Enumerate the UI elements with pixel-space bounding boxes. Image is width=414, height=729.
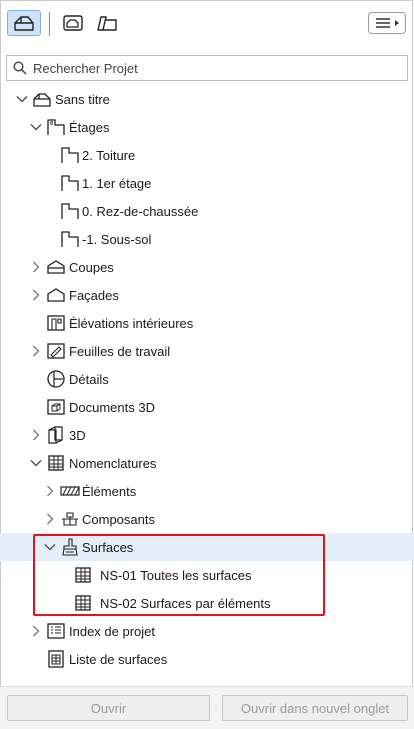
tree-item-story[interactable]: -1. Sous-sol — [0, 225, 414, 253]
open-new-tab-button[interactable]: Ouvrir dans nouvel onglet — [222, 695, 408, 721]
schedule-icon — [73, 593, 93, 613]
tree-item-label: Coupes — [69, 259, 114, 275]
caret-right-icon — [394, 20, 399, 26]
tree-item-etages[interactable]: Étages — [0, 113, 414, 141]
chevron-right-icon[interactable] — [30, 289, 42, 301]
schedule-icon — [46, 453, 66, 473]
project-map-tab[interactable] — [7, 10, 41, 36]
tree-item-label: 2. Toiture — [82, 147, 136, 163]
tree-item-label: 0. Rez-de-chaussée — [82, 203, 199, 219]
surfaces-brush-icon — [60, 537, 80, 557]
chevron-down-icon[interactable] — [44, 541, 56, 553]
tree-item-label: Index de projet — [69, 623, 156, 639]
open-button[interactable]: Ouvrir — [7, 695, 210, 721]
tree-item-3d[interactable]: 3D — [0, 421, 414, 449]
schedule-icon — [73, 565, 93, 585]
tree-item-label: Liste de surfaces — [69, 651, 168, 667]
tree-item-surfaces[interactable]: Surfaces — [0, 533, 414, 561]
tree-item-ns02[interactable]: NS-02 Surfaces par éléments — [0, 589, 414, 617]
tree-item-label: Documents 3D — [69, 399, 155, 415]
tree-item-nomenclatures[interactable]: Nomenclatures — [0, 449, 414, 477]
tree-item-story[interactable]: 1. 1er étage — [0, 169, 414, 197]
chevron-right-icon[interactable] — [30, 261, 42, 273]
hamburger-menu-icon — [375, 18, 390, 28]
footer-bar: Ouvrir Ouvrir dans nouvel onglet — [0, 686, 414, 729]
navigator-menu-button[interactable] — [368, 12, 406, 34]
tree-item-index[interactable]: Index de projet — [0, 617, 414, 645]
chevron-right-icon[interactable] — [44, 513, 56, 525]
tree-item-label: Nomenclatures — [69, 455, 157, 471]
tree-item-coupes[interactable]: Coupes — [0, 253, 414, 281]
navigator-toolbar — [0, 0, 414, 44]
tree-item-label: Détails — [69, 371, 109, 387]
chevron-down-icon[interactable] — [16, 93, 28, 105]
tree-item-label: NS-02 Surfaces par éléments — [100, 595, 271, 611]
tree-item-story[interactable]: 2. Toiture — [0, 141, 414, 169]
chevron-down-icon[interactable] — [30, 121, 42, 133]
tree-item-label: -1. Sous-sol — [82, 231, 152, 247]
tree-item-elements[interactable]: Éléments — [0, 477, 414, 505]
view-map-tab[interactable] — [60, 10, 86, 36]
story-icon — [60, 173, 80, 193]
components-icon — [60, 509, 80, 529]
tree-item-label: Composants — [82, 511, 155, 527]
detail-icon — [46, 369, 66, 389]
tree-item-label: 1. 1er étage — [82, 175, 152, 191]
tree-item-label: Élévations intérieures — [69, 315, 194, 331]
tree-item-label: 3D — [69, 427, 86, 443]
project-map-icon — [14, 16, 34, 31]
tree-item-documents3d[interactable]: Documents 3D — [0, 393, 414, 421]
layout-book-icon — [97, 16, 117, 31]
project-index-icon — [46, 621, 66, 641]
search-box[interactable] — [6, 55, 408, 81]
tree-item-story[interactable]: 0. Rez-de-chaussée — [0, 197, 414, 225]
view-map-icon — [63, 15, 83, 31]
tree-item-root[interactable]: Sans titre — [0, 85, 414, 113]
layout-book-tab[interactable] — [94, 10, 120, 36]
toolbar-separator — [49, 12, 50, 36]
chevron-right-icon[interactable] — [30, 625, 42, 637]
story-icon — [60, 229, 80, 249]
tree-item-label: Sans titre — [55, 91, 110, 107]
tree-item-details[interactable]: Détails — [0, 365, 414, 393]
story-icon — [60, 201, 80, 221]
tree-item-label: Éléments — [82, 483, 137, 499]
elevation-icon — [46, 285, 66, 305]
chevron-right-icon[interactable] — [44, 485, 56, 497]
3d-view-icon — [46, 425, 66, 445]
chevron-down-icon[interactable] — [30, 457, 42, 469]
tree-item-label: Étages — [69, 119, 110, 135]
tree-item-label: Surfaces — [82, 539, 134, 555]
story-icon — [60, 145, 80, 165]
worksheet-icon — [46, 341, 66, 361]
tree-item-liste[interactable]: Liste de surfaces — [0, 645, 414, 673]
search-icon — [13, 61, 27, 75]
chevron-right-icon[interactable] — [30, 429, 42, 441]
list-table-icon — [46, 649, 66, 669]
tree-item-ns01[interactable]: NS-01 Toutes les surfaces — [0, 561, 414, 589]
section-icon — [46, 257, 66, 277]
tree-item-elevations[interactable]: Élévations intérieures — [0, 309, 414, 337]
tree-item-label: Feuilles de travail — [69, 343, 171, 359]
elements-icon — [60, 481, 80, 501]
interior-elevation-icon — [46, 313, 66, 333]
search-input[interactable] — [33, 60, 393, 76]
tree-item-label: Façades — [69, 287, 119, 303]
project-icon — [32, 89, 52, 109]
tree-item-label: NS-01 Toutes les surfaces — [100, 567, 252, 583]
tree-item-facades[interactable]: Façades — [0, 281, 414, 309]
stories-icon — [46, 117, 66, 137]
chevron-right-icon[interactable] — [30, 345, 42, 357]
document-3d-icon — [46, 397, 66, 417]
tree-item-feuilles[interactable]: Feuilles de travail — [0, 337, 414, 365]
tree-item-composants[interactable]: Composants — [0, 505, 414, 533]
